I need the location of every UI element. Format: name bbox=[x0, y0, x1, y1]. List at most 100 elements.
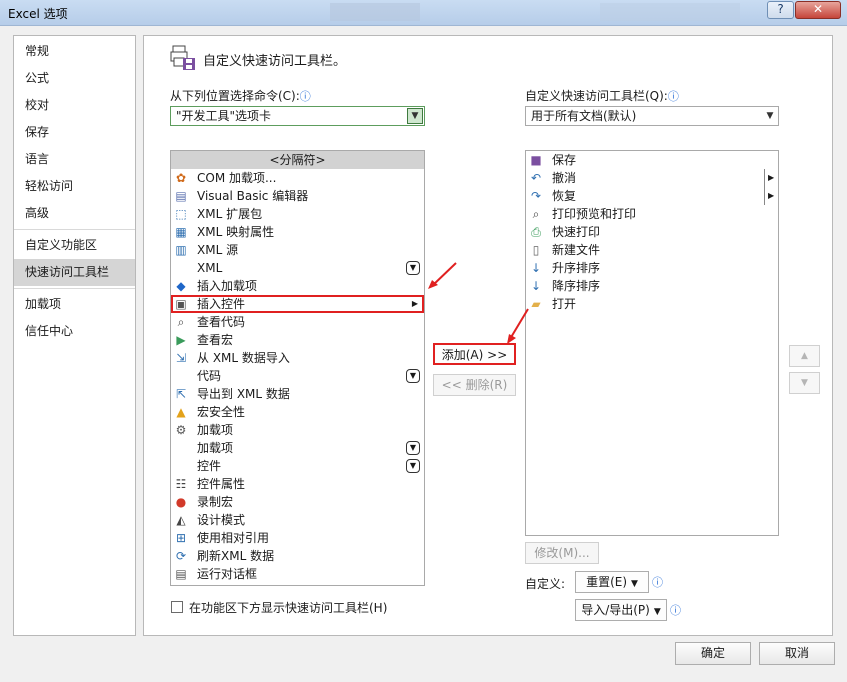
list-item[interactable]: ◭ 设计模式 bbox=[171, 511, 424, 529]
sidebar-item-general[interactable]: 常规 bbox=[14, 38, 135, 65]
new-file-icon: ▯ bbox=[532, 243, 540, 257]
view-macro-icon: ▶ bbox=[176, 333, 186, 347]
blurred-region bbox=[330, 3, 420, 21]
xml-expansion-icon: ⬚ bbox=[175, 207, 187, 221]
sidebar-item-advanced[interactable]: 高级 bbox=[14, 200, 135, 227]
remove-button[interactable]: << 删除(R) bbox=[433, 374, 516, 396]
list-item[interactable]: ⇱ 导出到 XML 数据 bbox=[171, 385, 424, 403]
list-item[interactable]: ↓ 降序排序 bbox=[526, 277, 778, 295]
list-item-label: 控件 bbox=[197, 459, 222, 473]
split-arrow-icon[interactable]: ▶ bbox=[764, 169, 778, 187]
save-icon: ■ bbox=[530, 153, 542, 167]
modify-button[interactable]: 修改(M)... bbox=[525, 542, 599, 564]
list-item[interactable]: ▯ 新建文件 bbox=[526, 241, 778, 259]
list-item-label: 代码 bbox=[197, 369, 222, 383]
sidebar-item-formulas[interactable]: 公式 bbox=[14, 65, 135, 92]
sidebar-item-save[interactable]: 保存 bbox=[14, 119, 135, 146]
reset-dropdown-button[interactable]: 重置(E) ▼ bbox=[575, 571, 649, 593]
list-item[interactable]: ▦ XML 映射属性 bbox=[171, 223, 424, 241]
sidebar-item-addins[interactable]: 加载项 bbox=[14, 291, 135, 318]
list-item[interactable]: <分隔符> bbox=[171, 151, 424, 169]
list-item[interactable]: ■ 保存 bbox=[526, 151, 778, 169]
list-item[interactable]: ⬚ XML 扩展包 bbox=[171, 205, 424, 223]
close-button[interactable]: ✕ bbox=[795, 1, 841, 19]
expand-group-icon[interactable]: ▼ bbox=[406, 441, 420, 455]
list-item[interactable]: ☷ 控件属性 bbox=[171, 475, 424, 493]
addins-gear-icon: ⚙ bbox=[175, 423, 187, 437]
choose-commands-label: 从下列位置选择命令(C):ⓘ bbox=[170, 89, 311, 103]
ok-button[interactable]: 确定 bbox=[675, 642, 751, 665]
sidebar-divider bbox=[14, 288, 135, 289]
sidebar-item-quick-access-toolbar[interactable]: 快速访问工具栏 bbox=[14, 259, 135, 286]
sidebar-item-proofing[interactable]: 校对 bbox=[14, 92, 135, 119]
available-commands-list[interactable]: <分隔符> ✿ COM 加载项... ▤ Visual Basic 编辑器 ⬚ XML 扩展… bbox=[170, 150, 425, 586]
list-item[interactable]: ⊞ 使用相对引用 bbox=[171, 529, 424, 547]
sidebar-item-trust-center[interactable]: 信任中心 bbox=[14, 318, 135, 345]
list-item[interactable]: 加载项 ▼ bbox=[171, 439, 424, 457]
list-item-label: 打印预览和打印 bbox=[552, 207, 637, 221]
customize-toolbar-dropdown[interactable]: 用于所有文档(默认) ▼ bbox=[525, 106, 779, 126]
choose-commands-dropdown[interactable]: "开发工具"选项卡 ▼ bbox=[170, 106, 425, 126]
show-below-ribbon-checkbox[interactable] bbox=[171, 601, 183, 613]
list-item[interactable]: ▤ 运行对话框 bbox=[171, 565, 424, 583]
import-export-dropdown-button[interactable]: 导入/导出(P) ▼ bbox=[575, 599, 667, 621]
list-item[interactable]: ⎙ 快速打印 bbox=[526, 223, 778, 241]
list-item-label: XML bbox=[197, 261, 223, 275]
add-button[interactable]: 添加(A) >> bbox=[433, 343, 516, 365]
insert-control-icon: ▣ bbox=[175, 297, 187, 311]
list-item[interactable]: ▶ 查看宏 bbox=[171, 331, 424, 349]
blurred-region bbox=[600, 3, 740, 21]
expand-group-icon[interactable]: ▼ bbox=[406, 369, 420, 383]
list-item[interactable]: ▲ 宏安全性 bbox=[171, 403, 424, 421]
list-item[interactable]: ↷ 恢复 ▶ bbox=[526, 187, 778, 205]
list-item[interactable]: ⇲ 从 XML 数据导入 bbox=[171, 349, 424, 367]
list-item-label: 使用相对引用 bbox=[197, 531, 270, 545]
list-item[interactable]: ● 录制宏 bbox=[171, 493, 424, 511]
list-item[interactable]: ▥ XML 源 bbox=[171, 241, 424, 259]
list-item-label: 快速打印 bbox=[552, 225, 601, 239]
toolbar-commands-list[interactable]: ■ 保存 ↶ 撤消 ▶ ↷ 恢复 ▶ ⌕ 打印预览和打印 ⎙ 快速打印 ▯ 新建文件 ↓ 升序排序 ↓ 降序排序 ▰… bbox=[525, 150, 779, 536]
com-addin-icon: ✿ bbox=[175, 171, 187, 185]
title-bar: Excel 选项 ? ✕ bbox=[0, 0, 847, 26]
list-item-label: 打开 bbox=[552, 297, 577, 311]
list-item[interactable]: ⚙ 加载项 bbox=[171, 421, 424, 439]
xml-import-icon: ⇲ bbox=[175, 351, 187, 365]
list-item-label: 插入加载项 bbox=[197, 279, 258, 293]
list-item[interactable]: ▤ Visual Basic 编辑器 bbox=[171, 187, 424, 205]
list-item-highlighted[interactable]: ▣ 插入控件 ▶ bbox=[171, 295, 424, 313]
xml-export-icon: ⇱ bbox=[175, 387, 187, 401]
list-item[interactable]: ✿ COM 加载项... bbox=[171, 169, 424, 187]
list-item[interactable]: ↓ 升序排序 bbox=[526, 259, 778, 277]
move-up-button[interactable]: ▲ bbox=[789, 345, 820, 367]
split-arrow-icon[interactable]: ▶ bbox=[764, 187, 778, 205]
list-item-label: XML 扩展包 bbox=[197, 207, 263, 221]
sidebar-item-accessibility[interactable]: 轻松访问 bbox=[14, 173, 135, 200]
list-item[interactable]: ⌕ 打印预览和打印 bbox=[526, 205, 778, 223]
run-dialog-icon: ▤ bbox=[175, 567, 187, 581]
refresh-xml-icon: ⟳ bbox=[175, 549, 187, 563]
list-item-label: 恢复 bbox=[552, 189, 577, 203]
expand-group-icon[interactable]: ▼ bbox=[406, 459, 420, 473]
view-code-icon: ⌕ bbox=[177, 315, 185, 329]
sidebar-item-language[interactable]: 语言 bbox=[14, 146, 135, 173]
list-item-label: 新建文件 bbox=[552, 243, 601, 257]
list-item[interactable]: 代码 ▼ bbox=[171, 367, 424, 385]
list-item-label: 撤消 bbox=[552, 171, 577, 185]
expand-group-icon[interactable]: ▼ bbox=[406, 261, 420, 275]
list-item[interactable]: ↶ 撤消 ▶ bbox=[526, 169, 778, 187]
list-item-label: 加载项 bbox=[197, 441, 234, 455]
list-item[interactable]: ⟳ 刷新XML 数据 bbox=[171, 547, 424, 565]
move-down-button[interactable]: ▼ bbox=[789, 372, 820, 394]
list-item[interactable]: ⌕ 查看代码 bbox=[171, 313, 424, 331]
list-item[interactable]: XML ▼ bbox=[171, 259, 424, 277]
sidebar-item-customize-ribbon[interactable]: 自定义功能区 bbox=[14, 232, 135, 259]
page-heading: 自定义快速访问工具栏。 bbox=[203, 54, 347, 69]
cancel-button[interactable]: 取消 bbox=[759, 642, 835, 665]
redo-icon: ↷ bbox=[530, 189, 542, 203]
list-item[interactable]: ▰ 打开 bbox=[526, 295, 778, 313]
sort-asc-icon: ↓ bbox=[530, 261, 542, 275]
list-item[interactable]: ◆ 插入加载项 bbox=[171, 277, 424, 295]
help-button[interactable]: ? bbox=[767, 1, 794, 19]
list-item[interactable]: 控件 ▼ bbox=[171, 457, 424, 475]
list-item-label: 刷新XML 数据 bbox=[197, 549, 275, 563]
